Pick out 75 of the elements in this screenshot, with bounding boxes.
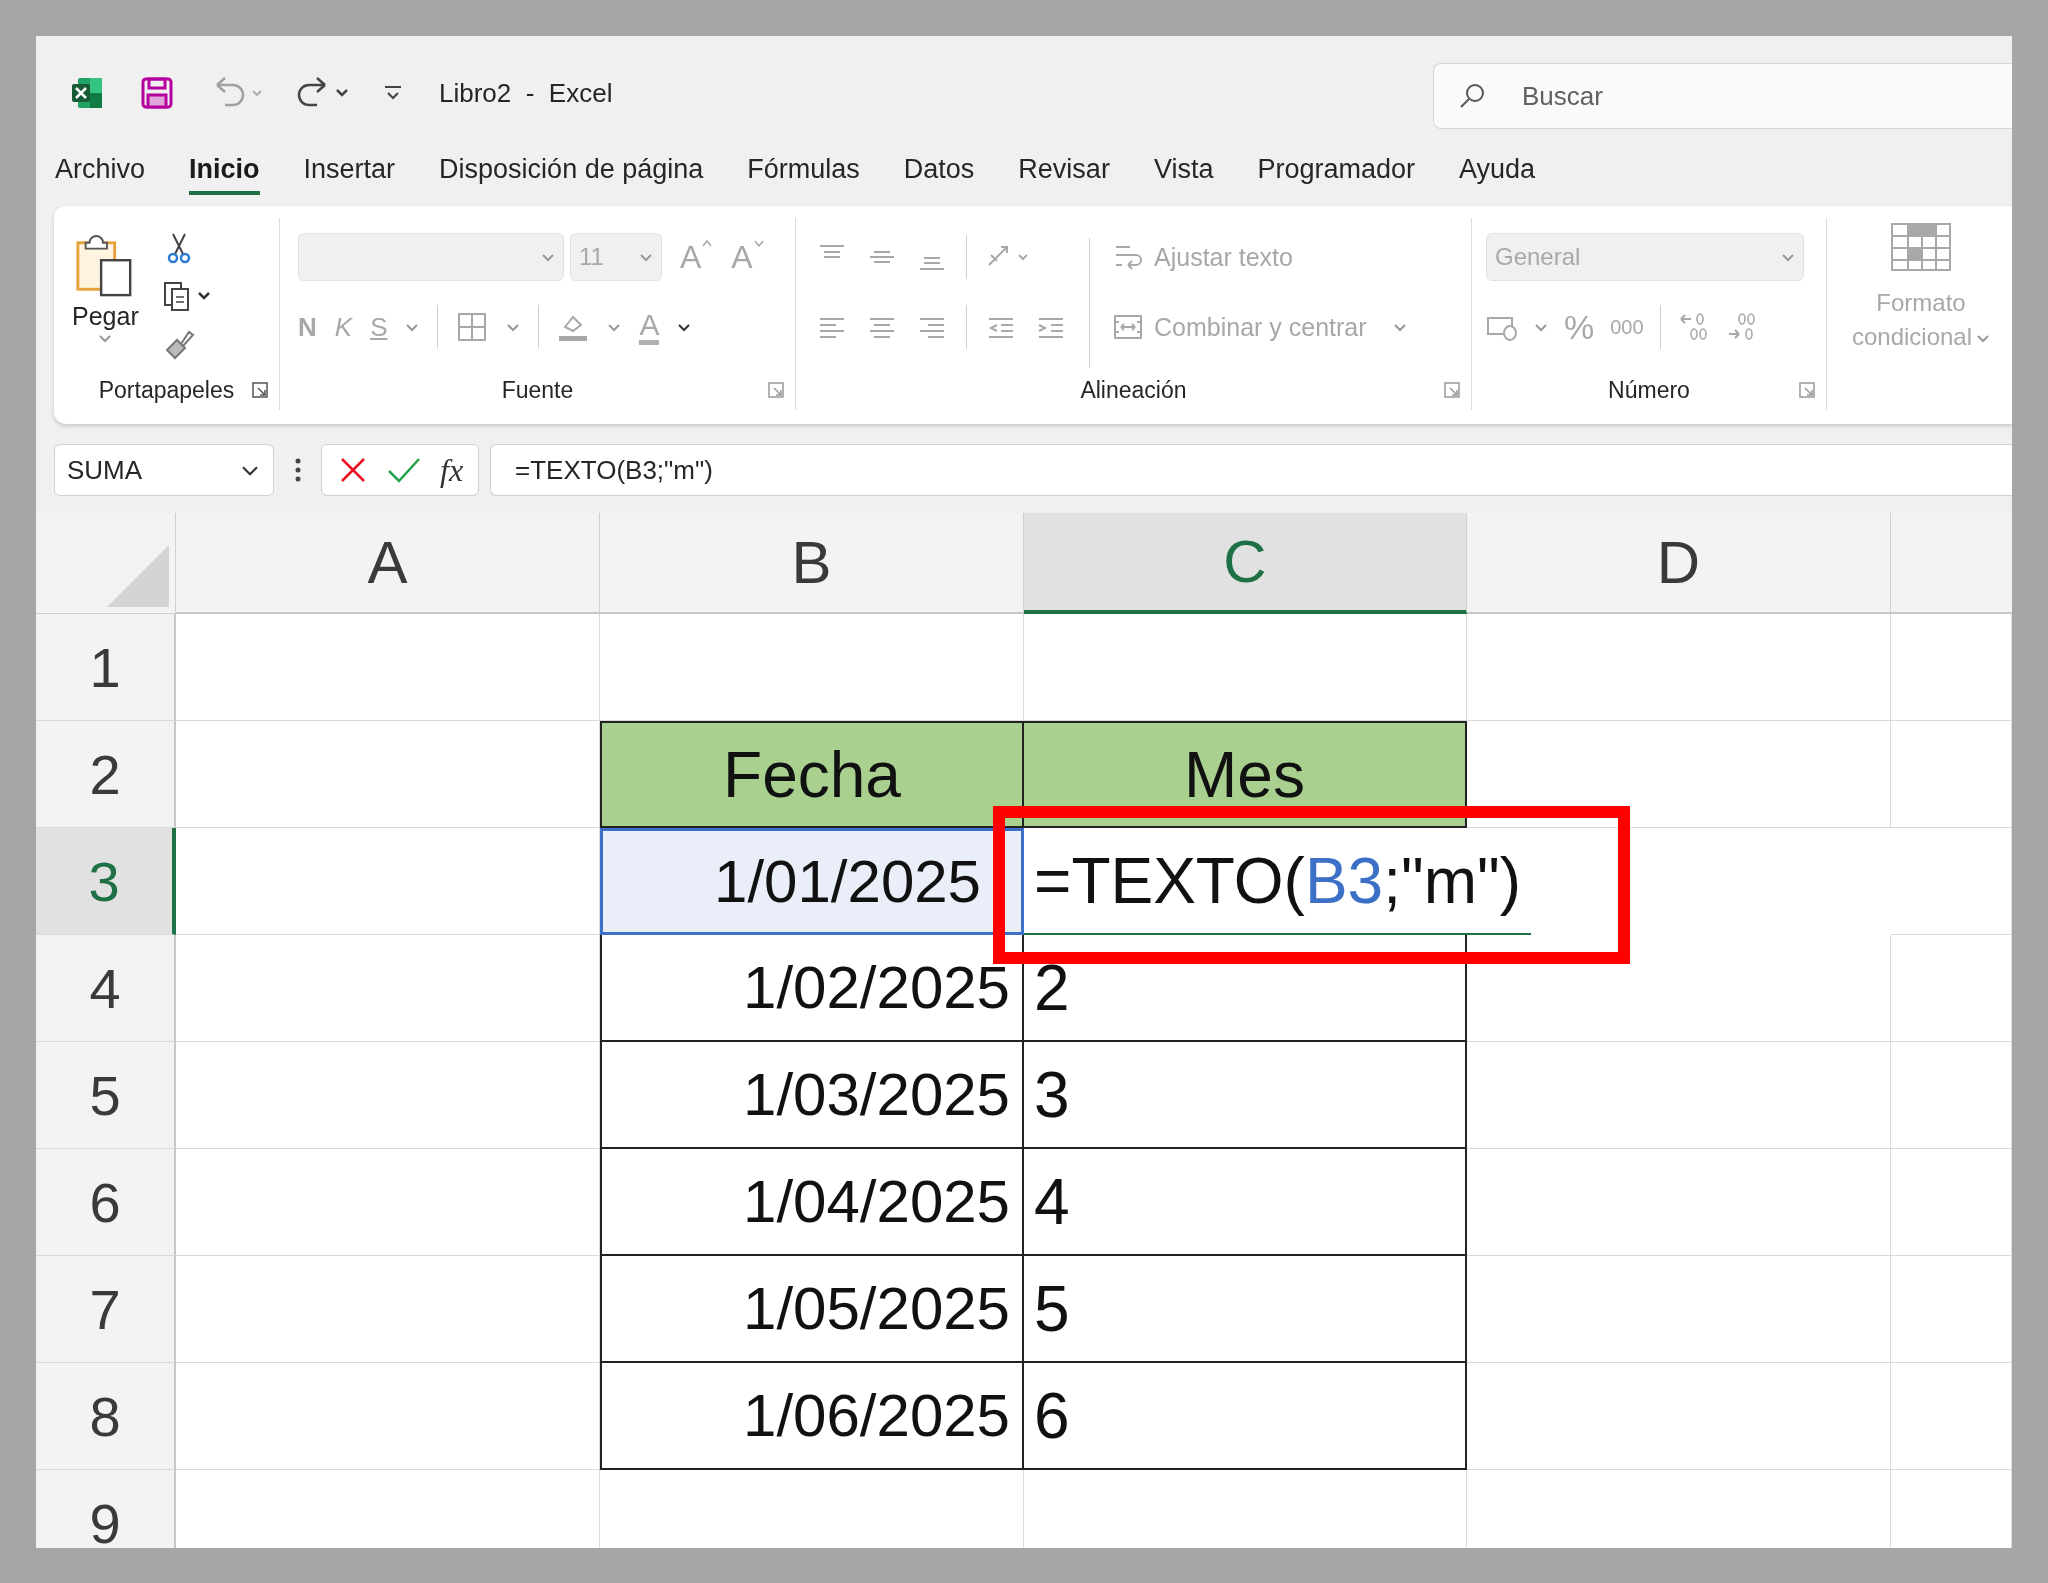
column-header[interactable]: D: [1467, 513, 1891, 614]
ribbon-tab[interactable]: Inicio: [189, 150, 260, 195]
empty-cell[interactable]: [1891, 935, 2012, 1042]
dialog-launcher-icon[interactable]: [251, 381, 269, 399]
table-cell: 5: [1024, 1256, 1467, 1363]
column-header[interactable]: B: [600, 513, 1024, 614]
ribbon-tab[interactable]: Datos: [903, 150, 975, 195]
group-label: Portapapeles: [98, 376, 235, 404]
caret-icon: [639, 252, 653, 262]
empty-cell[interactable]: [1891, 614, 2012, 721]
table-cell: 6: [1024, 1363, 1467, 1470]
table-cell: 2: [1024, 935, 1467, 1042]
insert-function-button[interactable]: fx: [440, 451, 464, 489]
formula-field[interactable]: =TEXTO(B3;"m"): [490, 444, 2012, 496]
table-cell: 1/02/2025: [600, 935, 1024, 1042]
table-cell: 1/01/2025: [600, 828, 1024, 935]
more-options-icon[interactable]: [294, 457, 302, 483]
group-label: Número: [1608, 376, 1690, 404]
table-cell: 1/05/2025: [600, 1256, 1024, 1363]
empty-cell[interactable]: [1467, 1363, 1891, 1470]
row-header[interactable]: 6: [36, 1149, 176, 1256]
row-header[interactable]: 1: [36, 614, 176, 721]
row-header[interactable]: 3: [36, 828, 176, 935]
group-label: Fuente: [501, 376, 574, 404]
empty-cell[interactable]: [1467, 1256, 1891, 1363]
table-grid-icon: [1890, 222, 1952, 272]
select-all-button[interactable]: [36, 513, 176, 614]
empty-cell[interactable]: [1467, 614, 1891, 721]
paste-button[interactable]: Pegar: [66, 230, 145, 370]
empty-cell[interactable]: [1891, 721, 2012, 828]
column-header[interactable]: C: [1024, 513, 1467, 614]
caret-icon: [1392, 322, 1407, 332]
table-cell: 3: [1024, 1042, 1467, 1149]
row-header[interactable]: 9: [36, 1470, 176, 1548]
ribbon-tab[interactable]: Archivo: [55, 150, 146, 195]
name-box[interactable]: SUMA: [54, 444, 274, 496]
ribbon-tab[interactable]: Insertar: [303, 150, 396, 195]
row-header[interactable]: 2: [36, 721, 176, 828]
row-header[interactable]: 7: [36, 1256, 176, 1363]
empty-cell[interactable]: [1467, 935, 1891, 1042]
row-header[interactable]: 5: [36, 1042, 176, 1149]
empty-cell[interactable]: [1891, 1149, 2012, 1256]
corner-triangle-icon: [107, 545, 169, 607]
ribbon-tab[interactable]: Programador: [1257, 150, 1415, 195]
caret-icon: [541, 252, 555, 262]
table-cell: 1/04/2025: [600, 1149, 1024, 1256]
group-label: Alineación: [1080, 376, 1187, 404]
table-cell: 4: [1024, 1149, 1467, 1256]
ribbon-tab[interactable]: Disposición de página: [439, 150, 704, 195]
row-header[interactable]: 8: [36, 1363, 176, 1470]
empty-cell[interactable]: [1891, 828, 2012, 935]
save-icon[interactable]: [139, 75, 175, 111]
ribbon-tab[interactable]: Ayuda: [1459, 150, 1536, 195]
search-field[interactable]: Buscar: [1433, 63, 2012, 129]
spreadsheet-logo-icon: [69, 75, 105, 111]
column-header[interactable]: A: [176, 513, 600, 614]
ribbon-tab[interactable]: Fórmulas: [747, 150, 860, 195]
window-title: Libro2 - Excel: [439, 77, 613, 109]
empty-cell[interactable]: [1467, 1042, 1891, 1149]
caret-up-icon: [701, 238, 714, 247]
table-cell: 1/06/2025: [600, 1363, 1024, 1470]
caret-icon: [1781, 252, 1795, 262]
empty-cell[interactable]: [1891, 1256, 2012, 1363]
empty-cell[interactable]: [1467, 1149, 1891, 1256]
ribbon-tab[interactable]: Vista: [1153, 150, 1214, 195]
table-cell: 1/03/2025: [600, 1042, 1024, 1149]
copy-icon[interactable]: [162, 280, 213, 312]
caret-icon: [98, 333, 113, 343]
table-header-cell: Fecha: [600, 721, 1024, 828]
row-header[interactable]: 4: [36, 935, 176, 1042]
caret-icon: [752, 238, 765, 247]
ribbon-tab[interactable]: Revisar: [1018, 150, 1110, 195]
empty-cell[interactable]: [1891, 1363, 2012, 1470]
empty-cell[interactable]: [1891, 1042, 2012, 1149]
caret-icon: [1976, 333, 1991, 344]
